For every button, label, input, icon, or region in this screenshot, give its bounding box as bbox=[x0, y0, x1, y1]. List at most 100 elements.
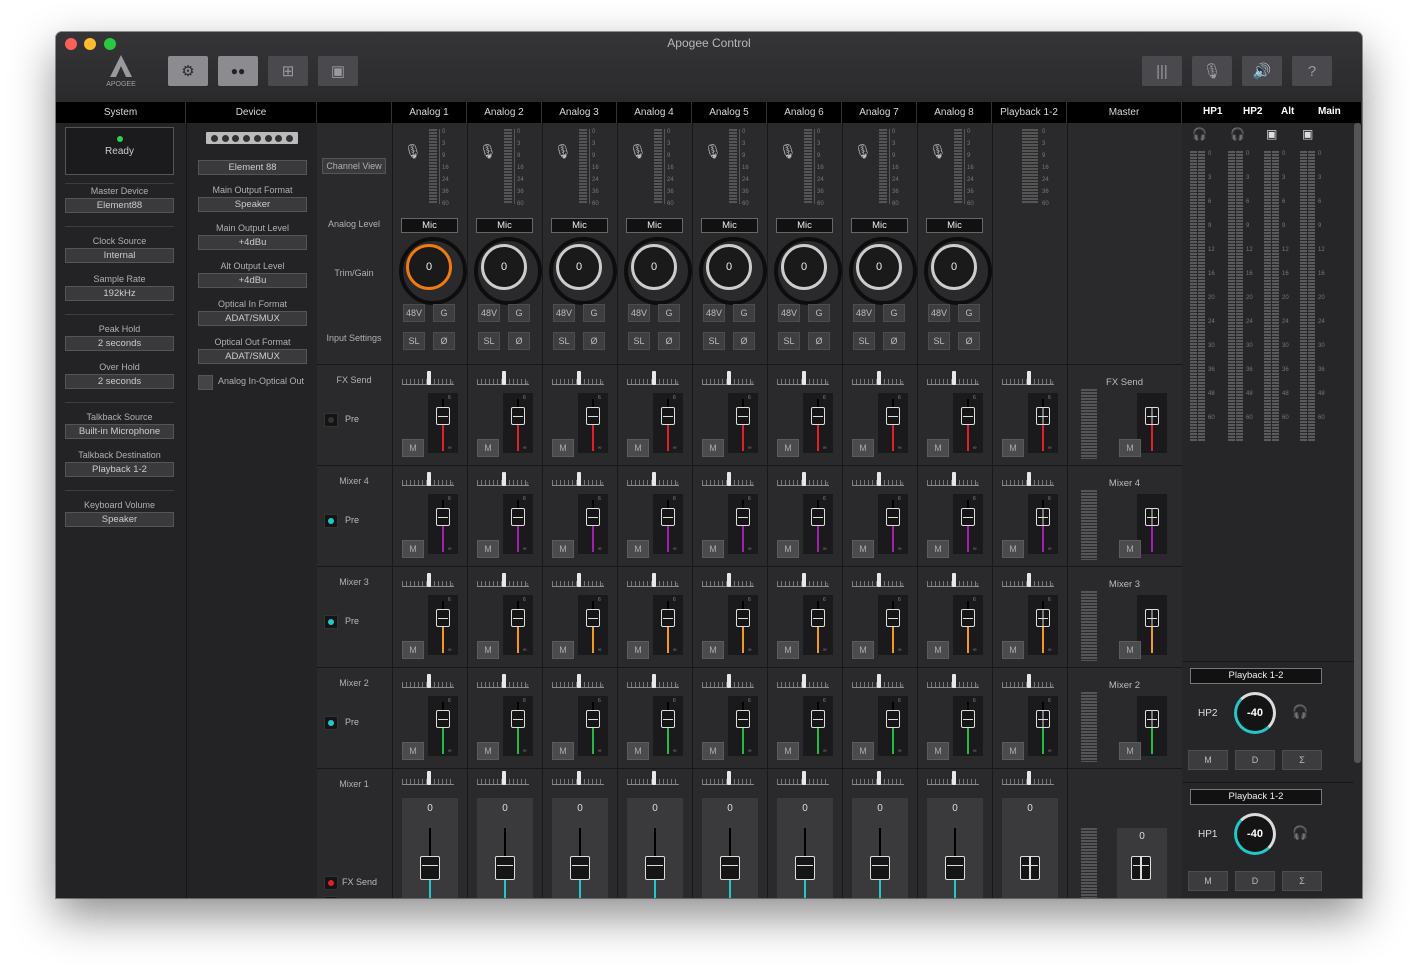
fader-cap[interactable] bbox=[511, 407, 525, 425]
mute-button[interactable]: M bbox=[627, 641, 649, 659]
pre-toggle-fx[interactable] bbox=[324, 413, 338, 427]
phase-invert-button[interactable]: Ø bbox=[658, 332, 680, 350]
fader-cap[interactable] bbox=[961, 609, 975, 627]
headphone-mute-button[interactable]: M bbox=[1188, 871, 1228, 891]
device-button[interactable]: ▣ bbox=[318, 56, 358, 86]
mute-button[interactable]: M bbox=[552, 641, 574, 659]
phase-invert-button[interactable]: Ø bbox=[808, 332, 830, 350]
fader-cap[interactable] bbox=[811, 609, 825, 627]
pan-knob[interactable] bbox=[877, 674, 881, 688]
pan-knob[interactable] bbox=[427, 674, 431, 688]
fader-cap[interactable] bbox=[1036, 609, 1050, 627]
mute-button[interactable]: M bbox=[477, 439, 499, 457]
mute-button[interactable]: M bbox=[777, 540, 799, 558]
headphone-sum-button[interactable]: Σ bbox=[1282, 750, 1322, 770]
phantom-48v-button[interactable]: 48V bbox=[478, 304, 500, 322]
talkback-source-select[interactable]: Built-in Microphone bbox=[65, 424, 174, 439]
gain-knob[interactable]: 0 bbox=[549, 237, 617, 305]
mute-button[interactable]: M bbox=[477, 742, 499, 760]
optical-in-select[interactable]: ADAT/SMUX bbox=[198, 311, 307, 326]
phantom-48v-button[interactable]: 48V bbox=[853, 304, 875, 322]
mixer-view-button[interactable]: ●● bbox=[218, 56, 258, 86]
pan-knob[interactable] bbox=[1027, 674, 1031, 688]
playback-fader-cap[interactable] bbox=[1020, 856, 1040, 880]
group-button[interactable]: G bbox=[508, 304, 530, 322]
mute-button[interactable]: M bbox=[402, 742, 424, 760]
fader-cap[interactable] bbox=[436, 508, 450, 526]
mute-button[interactable]: M bbox=[627, 439, 649, 457]
fader-cap[interactable] bbox=[811, 407, 825, 425]
pan-knob[interactable] bbox=[802, 573, 806, 587]
pan-knob[interactable] bbox=[1027, 573, 1031, 587]
mute-button[interactable]: M bbox=[852, 641, 874, 659]
pan-knob[interactable] bbox=[502, 573, 506, 587]
mute-button[interactable]: M bbox=[852, 540, 874, 558]
main-output-level-select[interactable]: +4dBu bbox=[198, 235, 307, 250]
mute-button[interactable]: M bbox=[777, 641, 799, 659]
fader-cap[interactable] bbox=[436, 407, 450, 425]
fader-cap[interactable] bbox=[886, 407, 900, 425]
analog-level-select[interactable]: Mic bbox=[851, 218, 908, 233]
mixer1-fader-cap[interactable] bbox=[795, 856, 815, 880]
pan-knob[interactable] bbox=[727, 771, 731, 785]
group-button[interactable]: G bbox=[883, 304, 905, 322]
mute-button[interactable]: M bbox=[702, 742, 724, 760]
pre-toggle-mixer2[interactable] bbox=[324, 716, 338, 730]
row-channel-view[interactable]: Channel View bbox=[322, 158, 386, 174]
mute-button[interactable]: M bbox=[852, 742, 874, 760]
headphone-volume-knob[interactable]: -40 bbox=[1234, 813, 1276, 855]
master-fader-cap[interactable] bbox=[1145, 609, 1159, 627]
analog-level-select[interactable]: Mic bbox=[551, 218, 608, 233]
pan-knob[interactable] bbox=[577, 674, 581, 688]
fader-cap[interactable] bbox=[661, 407, 675, 425]
pan-knob[interactable] bbox=[727, 674, 731, 688]
mixer1-fader-cap[interactable] bbox=[945, 856, 965, 880]
mute-button[interactable]: M bbox=[1002, 742, 1024, 760]
mute-button[interactable]: M bbox=[702, 439, 724, 457]
headphone-source-select[interactable]: Playback 1-2 bbox=[1190, 668, 1322, 684]
pan-knob[interactable] bbox=[877, 371, 881, 385]
mute-button[interactable]: M bbox=[477, 641, 499, 659]
headphone-dim-button[interactable]: D bbox=[1235, 750, 1275, 770]
settings-gear-button[interactable]: ⚙ bbox=[168, 56, 208, 86]
analog-level-select[interactable]: Mic bbox=[776, 218, 833, 233]
mute-button[interactable]: M bbox=[702, 641, 724, 659]
mixer1-fader-cap[interactable] bbox=[495, 856, 515, 880]
gain-knob[interactable]: 0 bbox=[924, 237, 992, 305]
fader-cap[interactable] bbox=[511, 609, 525, 627]
mute-button[interactable]: M bbox=[927, 439, 949, 457]
fader-cap[interactable] bbox=[661, 609, 675, 627]
group-button[interactable]: G bbox=[583, 304, 605, 322]
mute-button[interactable]: M bbox=[777, 439, 799, 457]
phantom-48v-button[interactable]: 48V bbox=[553, 304, 575, 322]
soft-limit-button[interactable]: SL bbox=[628, 332, 650, 350]
fader-cap[interactable] bbox=[736, 407, 750, 425]
headphone-mute-button[interactable]: M bbox=[1188, 750, 1228, 770]
mute-button[interactable]: M bbox=[777, 742, 799, 760]
group-button[interactable]: G bbox=[808, 304, 830, 322]
phantom-48v-button[interactable]: 48V bbox=[928, 304, 950, 322]
pan-knob[interactable] bbox=[502, 771, 506, 785]
fader-cap[interactable] bbox=[961, 710, 975, 728]
mixer1-fader-cap[interactable] bbox=[645, 856, 665, 880]
soft-limit-button[interactable]: SL bbox=[778, 332, 800, 350]
mute-button[interactable]: M bbox=[627, 540, 649, 558]
master-fader-cap[interactable] bbox=[1131, 856, 1151, 880]
gain-knob[interactable]: 0 bbox=[624, 237, 692, 305]
master-mute-button[interactable]: M bbox=[1119, 742, 1141, 760]
group-button[interactable]: G bbox=[658, 304, 680, 322]
fader-cap[interactable] bbox=[886, 508, 900, 526]
pre-toggle-mixer3[interactable] bbox=[324, 615, 338, 629]
alt-output-level-select[interactable]: +4dBu bbox=[198, 273, 307, 288]
pan-knob[interactable] bbox=[652, 771, 656, 785]
fader-cap[interactable] bbox=[1036, 710, 1050, 728]
pan-knob[interactable] bbox=[502, 371, 506, 385]
mute-button[interactable]: M bbox=[852, 439, 874, 457]
mute-button[interactable]: M bbox=[552, 439, 574, 457]
phase-invert-button[interactable]: Ø bbox=[583, 332, 605, 350]
phantom-48v-button[interactable]: 48V bbox=[403, 304, 425, 322]
phase-invert-button[interactable]: Ø bbox=[433, 332, 455, 350]
analog-in-optical-out-checkbox[interactable] bbox=[198, 375, 213, 390]
headphone-volume-knob[interactable]: -40 bbox=[1234, 692, 1276, 734]
help-button[interactable]: ? bbox=[1292, 56, 1332, 86]
